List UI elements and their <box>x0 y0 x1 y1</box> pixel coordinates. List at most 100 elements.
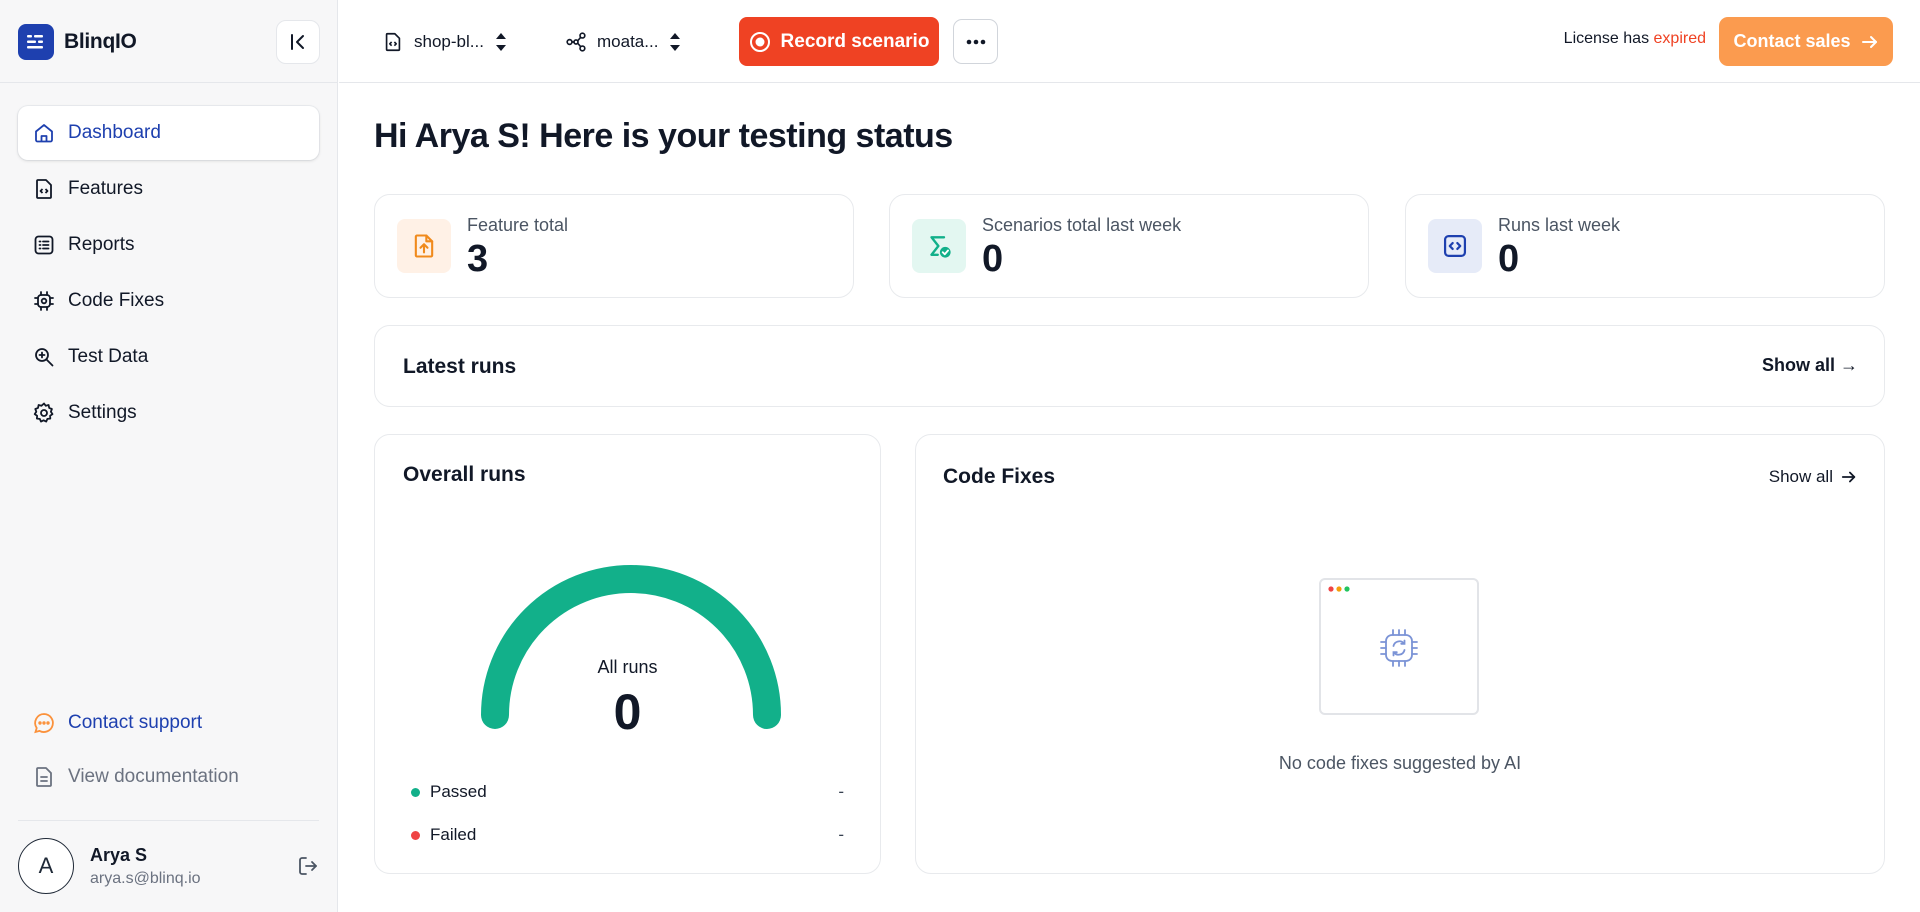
legend-label: Failed <box>430 825 477 844</box>
sidebar-nav: Dashboard Features Reports Code Fixes Te… <box>18 106 319 442</box>
stat-card-runs-last-week: Runs last week 0 <box>1405 194 1885 298</box>
failed-dot-icon <box>411 830 420 840</box>
contact-sales-button[interactable]: Contact sales <box>1719 17 1893 66</box>
brand-name: BlinqIO <box>64 30 137 53</box>
project-icon <box>385 32 401 52</box>
code-window-icon <box>1428 219 1482 273</box>
user-name: Arya S <box>90 844 148 865</box>
sigma-check-icon <box>912 219 966 273</box>
sidebar-item-features[interactable]: Features <box>18 162 319 216</box>
contact-support-link[interactable]: Contact support <box>18 696 319 750</box>
legend-value: - <box>838 782 844 801</box>
avatar[interactable]: A <box>18 838 74 894</box>
stat-value: 0 <box>982 237 1004 280</box>
project-selector[interactable]: shop-bl... <box>382 22 508 62</box>
sidebar-item-dashboard[interactable]: Dashboard <box>18 106 319 160</box>
contact-support-label: Contact support <box>68 712 203 733</box>
legend-passed: Passed - <box>411 780 844 804</box>
view-documentation-label: View documentation <box>68 766 239 787</box>
gauge-value: 0 <box>613 684 642 740</box>
user-divider <box>18 820 319 821</box>
sidebar-item-label: Features <box>68 178 143 199</box>
legend-label: Passed <box>430 782 487 801</box>
license-status: License has expired <box>1564 30 1706 48</box>
license-prefix: License has <box>1563 30 1650 47</box>
sidebar-item-test-data[interactable]: Test Data <box>18 330 319 384</box>
license-expired-label: expired <box>1653 30 1706 47</box>
code-fixes-card: Code Fixes Show all No code fixes sugges… <box>915 434 1885 874</box>
user-email: arya.s@blinq.io <box>90 869 201 887</box>
home-icon <box>35 124 53 143</box>
user-profile: A Arya S arya.s@blinq.io <box>18 838 324 894</box>
collapse-left-icon <box>291 34 304 50</box>
show-all-label: Show all <box>1768 467 1833 486</box>
sidebar-divider <box>0 82 337 83</box>
more-options-button[interactable] <box>953 19 998 64</box>
sidebar-item-label: Reports <box>68 234 135 255</box>
gauge-label: All runs <box>597 657 658 677</box>
stat-value: 0 <box>1498 237 1520 280</box>
legend-failed: Failed - <box>411 823 844 847</box>
sidebar-item-code-fixes[interactable]: Code Fixes <box>18 274 319 328</box>
code-fixes-title: Code Fixes <box>943 465 1056 488</box>
sidebar-item-label: Settings <box>68 402 137 423</box>
arrow-right-icon <box>1861 35 1877 48</box>
document-icon <box>36 767 52 787</box>
chevron-up-down-icon <box>670 33 681 51</box>
brand[interactable]: BlinqIO <box>18 24 137 60</box>
more-horizontal-icon <box>966 39 985 44</box>
stat-text: Runs last week 0 <box>1498 215 1620 278</box>
arrow-right-icon <box>1841 471 1856 483</box>
runs-gauge <box>481 565 781 729</box>
empty-state-message: No code fixes suggested by AI <box>1278 753 1522 773</box>
chevron-up-down-icon <box>495 33 506 51</box>
page-title: Hi Arya S! Here is your testing status <box>374 117 953 155</box>
sidebar-item-label: Dashboard <box>68 122 161 143</box>
sidebar: BlinqIO Dashboard Features Reports Code … <box>0 0 338 912</box>
latest-runs-card: Latest runs Show all → <box>374 325 1885 407</box>
brand-logo-icon <box>18 24 54 60</box>
empty-state-illustration <box>1319 578 1479 715</box>
logout-button[interactable] <box>292 850 324 882</box>
collapse-sidebar-button[interactable] <box>276 20 320 64</box>
logout-icon <box>299 857 317 875</box>
stat-label: Scenarios total last week <box>982 214 1182 235</box>
stat-label: Runs last week <box>1498 214 1621 235</box>
latest-runs-show-all-link[interactable]: Show all → <box>1762 355 1858 376</box>
stat-text: Feature total 3 <box>467 215 568 278</box>
environment-selector[interactable]: moata... <box>565 22 682 62</box>
environment-selector-label: moata... <box>597 32 659 51</box>
legend-value: - <box>838 825 844 844</box>
chat-bubble-icon <box>34 713 54 734</box>
sidebar-item-settings[interactable]: Settings <box>18 386 319 440</box>
file-upload-icon <box>397 219 451 273</box>
code-fixes-show-all-link[interactable]: Show all <box>1769 467 1857 487</box>
gear-icon <box>33 402 54 423</box>
stat-text: Scenarios total last week 0 <box>982 215 1181 278</box>
stat-card-scenarios-total: Scenarios total last week 0 <box>889 194 1369 298</box>
latest-runs-title: Latest runs <box>403 355 517 378</box>
passed-dot-icon <box>411 787 420 797</box>
support-links: Contact support View documentation <box>18 696 319 804</box>
branch-icon <box>566 32 586 52</box>
empty-window-icon <box>1328 586 1418 667</box>
stat-card-feature-total: Feature total 3 <box>374 194 854 298</box>
test-data-icon <box>35 348 54 367</box>
record-scenario-label: Record scenario <box>780 30 930 52</box>
top-header: shop-bl... moata... Record scenario Lice… <box>339 0 1920 83</box>
reports-icon <box>34 235 54 255</box>
overall-runs-card: Overall runs All runs 0 Passed - Failed … <box>374 434 881 874</box>
view-documentation-link[interactable]: View documentation <box>18 750 319 804</box>
code-fixes-icon <box>34 291 54 311</box>
project-selector-label: shop-bl... <box>414 32 484 51</box>
record-icon <box>749 31 770 52</box>
sidebar-item-reports[interactable]: Reports <box>18 218 319 272</box>
features-icon <box>36 179 52 199</box>
sidebar-item-label: Code Fixes <box>68 290 165 311</box>
user-info: Arya S arya.s@blinq.io <box>90 845 292 888</box>
stat-label: Feature total <box>467 214 569 235</box>
contact-sales-label: Contact sales <box>1733 31 1851 51</box>
stat-value: 3 <box>467 237 489 280</box>
sidebar-item-label: Test Data <box>68 346 149 367</box>
record-scenario-button[interactable]: Record scenario <box>739 17 939 66</box>
